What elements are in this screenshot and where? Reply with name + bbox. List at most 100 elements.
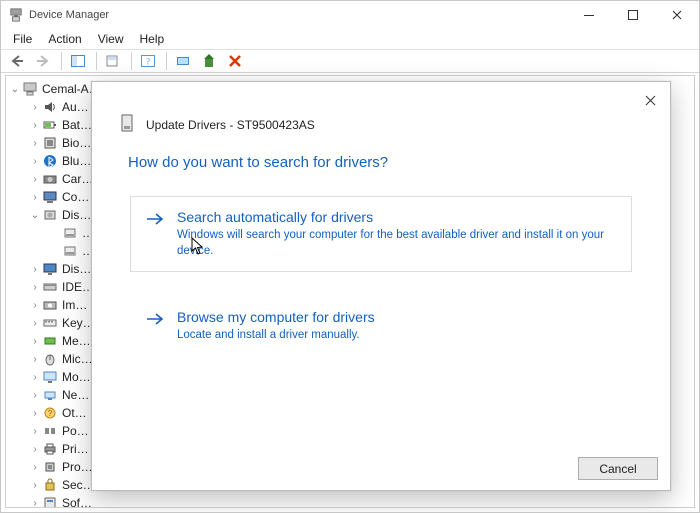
- chevron-icon[interactable]: ⌄: [28, 210, 42, 221]
- close-button[interactable]: [655, 1, 699, 29]
- menu-help[interactable]: Help: [132, 30, 173, 48]
- bluetooth-icon: [42, 153, 58, 169]
- window-controls: [567, 1, 699, 29]
- forward-button[interactable]: [31, 50, 55, 72]
- network-icon: [42, 387, 58, 403]
- chevron-icon[interactable]: ›: [28, 120, 42, 131]
- dialog-title: Update Drivers - ST9500423AS: [146, 118, 315, 132]
- tree-node-label: Im…: [62, 298, 87, 312]
- chevron-icon[interactable]: ›: [28, 300, 42, 311]
- chevron-icon[interactable]: ›: [28, 174, 42, 185]
- dialog-close-button[interactable]: [638, 88, 662, 112]
- arrow-right-icon: [145, 211, 165, 230]
- cancel-button[interactable]: Cancel: [578, 457, 658, 480]
- option-title: Search automatically for drivers: [177, 209, 617, 225]
- chevron-icon[interactable]: ›: [28, 102, 42, 113]
- tree-node-label: IDE…: [62, 280, 94, 294]
- disk-drive-icon: [62, 243, 78, 259]
- other-devices-icon: ?: [42, 405, 58, 421]
- disk-drive-icon: [62, 225, 78, 241]
- toolbar-separator: [96, 52, 97, 70]
- dialog-header: Update Drivers - ST9500423AS: [120, 114, 315, 135]
- chevron-icon[interactable]: ›: [28, 372, 42, 383]
- display-adapters-icon: [42, 261, 58, 277]
- chevron-icon[interactable]: ›: [28, 354, 42, 365]
- chevron-icon[interactable]: ›: [28, 192, 42, 203]
- svg-text:?: ?: [146, 57, 150, 67]
- update-driver-button[interactable]: [197, 50, 221, 72]
- print-queues-icon: [42, 441, 58, 457]
- chevron-icon[interactable]: ›: [28, 336, 42, 347]
- tree-node[interactable]: › Sof…: [8, 494, 254, 508]
- svg-text:?: ?: [48, 409, 53, 418]
- scan-hardware-button[interactable]: [171, 50, 195, 72]
- firmware-icon: [42, 135, 58, 151]
- tree-node-label: Sec…: [62, 478, 95, 492]
- menu-action[interactable]: Action: [40, 30, 89, 48]
- back-button[interactable]: [5, 50, 29, 72]
- chevron-icon[interactable]: ›: [28, 462, 42, 473]
- maximize-button[interactable]: [611, 1, 655, 29]
- chevron-icon[interactable]: ›: [28, 264, 42, 275]
- option-browse-computer[interactable]: Browse my computer for drivers Locate an…: [130, 296, 632, 357]
- option-desc: Locate and install a driver manually.: [177, 328, 617, 344]
- tree-node-label: Mo…: [62, 370, 91, 384]
- help-button[interactable]: ?: [136, 50, 160, 72]
- properties-button[interactable]: [101, 50, 125, 72]
- toolbar-separator: [166, 52, 167, 70]
- tree-node-label: Pri…: [62, 442, 89, 456]
- menu-bar: File Action View Help: [1, 29, 699, 49]
- chevron-icon[interactable]: ›: [28, 408, 42, 419]
- title-bar: Device Manager: [1, 1, 699, 29]
- software-devices-icon: [42, 495, 58, 508]
- menu-view[interactable]: View: [90, 30, 132, 48]
- tree-node-label: Sof…: [62, 496, 92, 508]
- device-manager-icon: [9, 8, 23, 22]
- dialog-footer: Cancel: [578, 457, 658, 480]
- dialog-heading: How do you want to search for drivers?: [128, 154, 388, 171]
- computer-icon: [22, 81, 38, 97]
- tree-node-label: Ne…: [62, 388, 89, 402]
- tree-node-label: Dis…: [62, 208, 91, 222]
- chevron-icon[interactable]: ›: [28, 426, 42, 437]
- tree-node-label: Blu…: [62, 154, 91, 168]
- tree-node-label: Co…: [62, 190, 89, 204]
- minimize-button[interactable]: [567, 1, 611, 29]
- expand-icon[interactable]: ⌄: [8, 84, 22, 95]
- disk-drive-icon: [120, 114, 134, 135]
- monitor-icon: [42, 369, 58, 385]
- device-manager-window: Device Manager File Action View Help ?: [0, 0, 700, 513]
- tree-node-label: Au…: [62, 100, 89, 114]
- chevron-icon[interactable]: ›: [28, 138, 42, 149]
- tree-node-label: Mic…: [62, 352, 93, 366]
- keyboard-icon: [42, 315, 58, 331]
- tree-node-label: Pro…: [62, 460, 93, 474]
- update-driver-dialog: Update Drivers - ST9500423AS How do you …: [91, 81, 671, 491]
- battery-icon: [42, 117, 58, 133]
- tree-node-label: Key…: [62, 316, 95, 330]
- audio-icon: [42, 99, 58, 115]
- tree-node-label: Dis…: [62, 262, 91, 276]
- chevron-icon[interactable]: ›: [28, 444, 42, 455]
- chevron-icon[interactable]: ›: [28, 480, 42, 491]
- arrow-right-icon: [145, 311, 165, 330]
- show-hide-console-tree-button[interactable]: [66, 50, 90, 72]
- tree-node-label: Bio…: [62, 136, 91, 150]
- chevron-icon[interactable]: ›: [28, 282, 42, 293]
- window-title: Device Manager: [29, 9, 109, 21]
- security-icon: [42, 477, 58, 493]
- ports-icon: [42, 423, 58, 439]
- tree-node-label: Bat…: [62, 118, 92, 132]
- uninstall-device-button[interactable]: [223, 50, 247, 72]
- chevron-icon[interactable]: ›: [28, 498, 42, 509]
- tree-node-label: Me…: [62, 334, 91, 348]
- option-search-automatically[interactable]: Search automatically for drivers Windows…: [130, 196, 632, 272]
- mouse-icon: [42, 351, 58, 367]
- chevron-icon[interactable]: ›: [28, 318, 42, 329]
- computer-icon: [42, 189, 58, 205]
- disk-drives-icon: [42, 207, 58, 223]
- chevron-icon[interactable]: ›: [28, 156, 42, 167]
- chevron-icon[interactable]: ›: [28, 390, 42, 401]
- menu-file[interactable]: File: [5, 30, 40, 48]
- toolbar-separator: [131, 52, 132, 70]
